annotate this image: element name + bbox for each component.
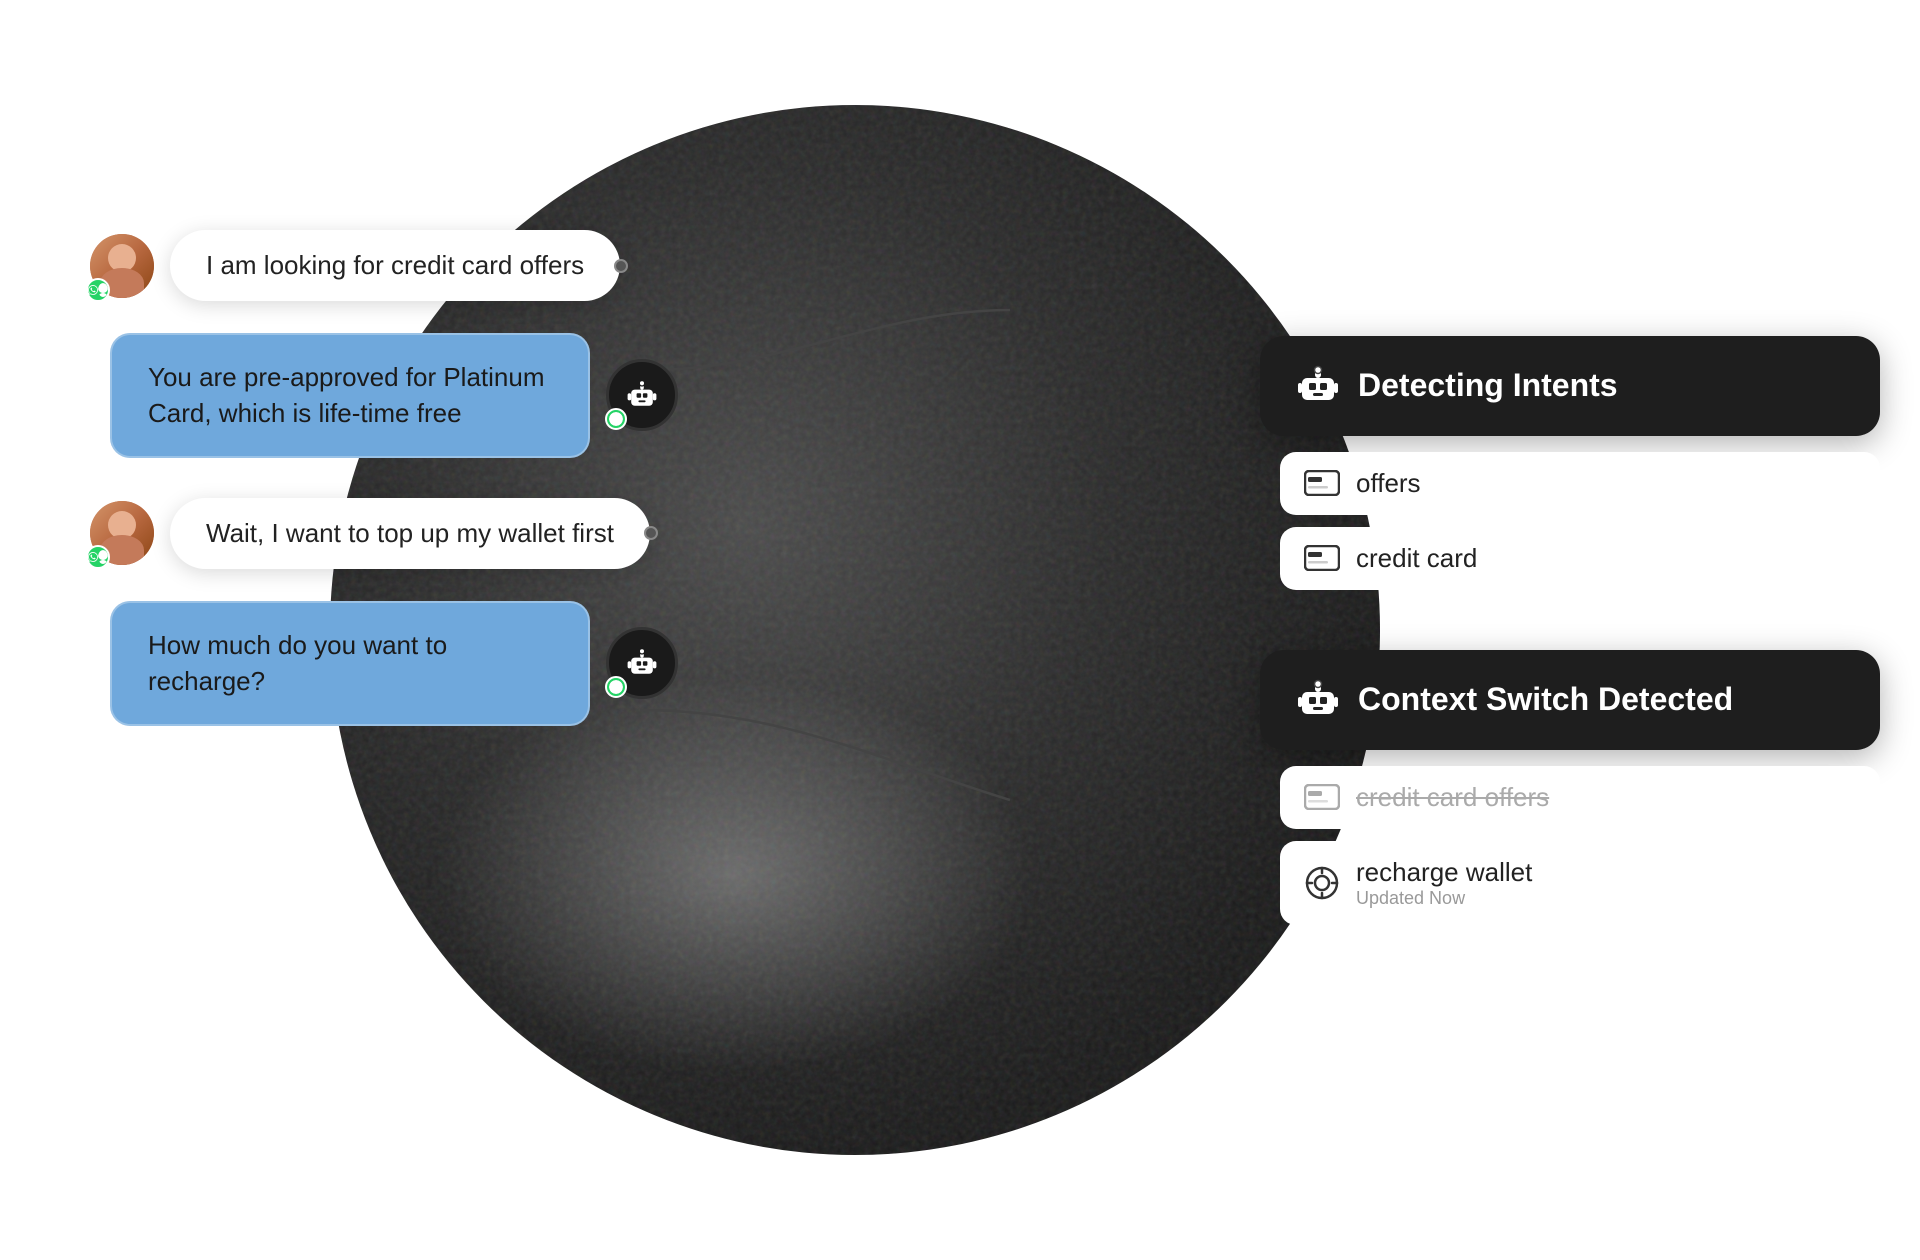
context-item-credit-card-offers: credit card offers xyxy=(1280,766,1880,829)
connector-dot-1 xyxy=(614,259,628,273)
bot-icon-detecting xyxy=(1296,364,1340,408)
intent-item-offers: offers xyxy=(1280,452,1880,515)
bot-avatar-2 xyxy=(606,627,678,699)
detecting-intents-panel: Detecting Intents xyxy=(1260,336,1880,436)
user-message-row-2: Wait, I want to top up my wallet first xyxy=(90,498,678,569)
credit-card-icon-context xyxy=(1304,784,1340,810)
whatsapp-badge-2 xyxy=(86,545,110,569)
credit-card-icon-cc xyxy=(1304,545,1340,571)
context-label-credit-card-offers: credit card offers xyxy=(1356,782,1549,813)
main-scene: I am looking for credit card offers You … xyxy=(0,0,1920,1260)
user-bubble-1: I am looking for credit card offers xyxy=(170,230,620,301)
user-bubble-text-2: Wait, I want to top up my wallet first xyxy=(206,518,614,548)
bot-bubble-2: How much do you want to recharge? xyxy=(110,601,590,726)
user-message-row-1: I am looking for credit card offers xyxy=(90,230,678,301)
conversation-section-1: I am looking for credit card offers You … xyxy=(90,230,678,458)
credit-card-icon-offers xyxy=(1304,470,1340,496)
detecting-intents-header: Detecting Intents xyxy=(1296,364,1844,408)
right-panels: Detecting Intents offers xyxy=(1260,0,1880,1260)
bot-bubble-text-2: How much do you want to recharge? xyxy=(148,630,447,696)
context-switch-header: Context Switch Detected xyxy=(1296,678,1844,722)
wallet-icon-recharge xyxy=(1304,865,1340,901)
intent-label-credit-card: credit card xyxy=(1356,543,1477,574)
context-item-recharge-wallet: recharge wallet Updated Now xyxy=(1280,841,1880,925)
user-avatar-2 xyxy=(90,501,154,565)
chat-container: I am looking for credit card offers You … xyxy=(90,230,678,726)
intent-item-credit-card: credit card xyxy=(1280,527,1880,590)
recharge-updated-label: Updated Now xyxy=(1356,888,1532,909)
user-bubble-text-1: I am looking for credit card offers xyxy=(206,250,584,280)
conversation-section-2: Wait, I want to top up my wallet first H… xyxy=(90,498,678,726)
bot-bubble-text-1: You are pre-approved for Platinum Card, … xyxy=(148,362,545,428)
detecting-intents-title: Detecting Intents xyxy=(1358,367,1618,404)
user-bubble-2: Wait, I want to top up my wallet first xyxy=(170,498,650,569)
bot-whatsapp-badge-1 xyxy=(605,408,627,430)
context-switch-title: Context Switch Detected xyxy=(1358,681,1733,718)
connector-dot-2 xyxy=(644,526,658,540)
user-avatar-1 xyxy=(90,234,154,298)
bot-whatsapp-badge-2 xyxy=(605,676,627,698)
bot-bubble-1: You are pre-approved for Platinum Card, … xyxy=(110,333,590,458)
bot-message-row-2: How much do you want to recharge? xyxy=(90,601,678,726)
recharge-info: recharge wallet Updated Now xyxy=(1356,857,1532,909)
intent-label-offers: offers xyxy=(1356,468,1421,499)
circle-light-gradient xyxy=(435,675,1035,1075)
bot-avatar-1 xyxy=(606,359,678,431)
whatsapp-badge-1 xyxy=(86,278,110,302)
bot-icon-context xyxy=(1296,678,1340,722)
detecting-intents-items: offers credit card xyxy=(1260,452,1880,590)
context-switch-items: credit card offers recharge wallet Updat… xyxy=(1260,766,1880,925)
recharge-wallet-label: recharge wallet xyxy=(1356,857,1532,888)
bot-message-row-1: You are pre-approved for Platinum Card, … xyxy=(90,333,678,458)
context-switch-panel: Context Switch Detected xyxy=(1260,650,1880,750)
